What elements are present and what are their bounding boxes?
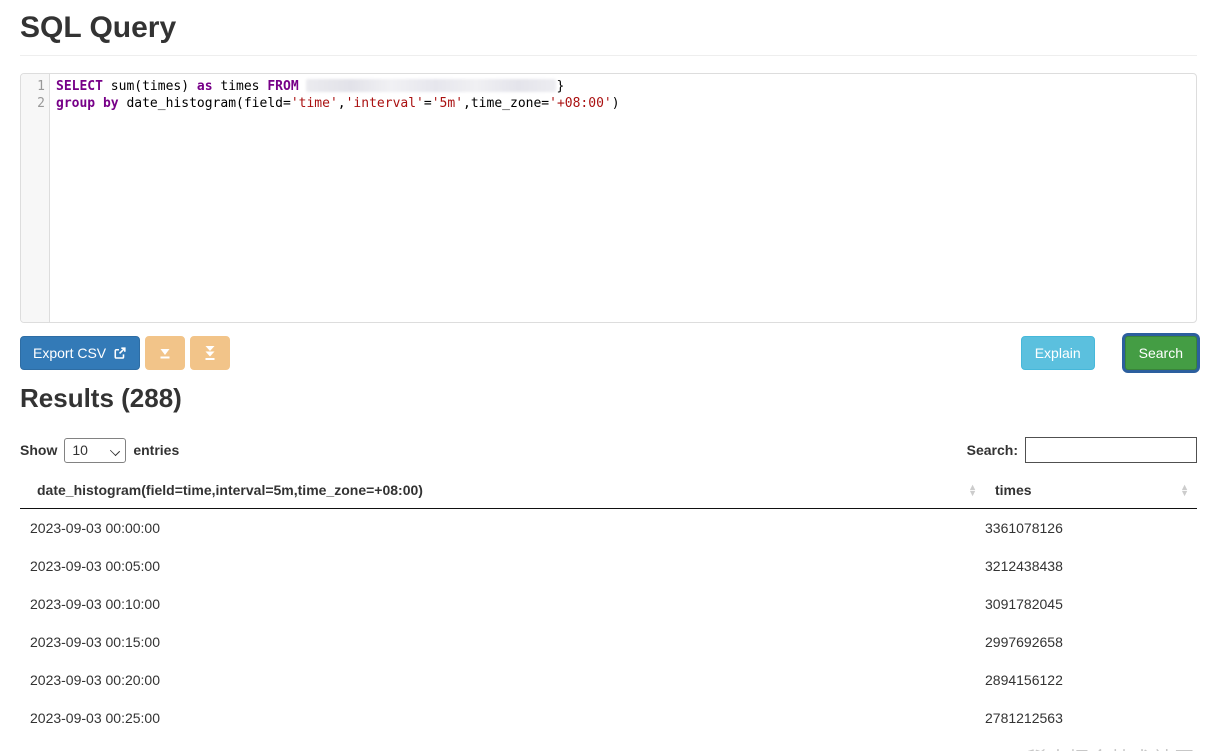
code-token: FROM bbox=[267, 79, 299, 94]
page-title: SQL Query bbox=[20, 11, 1197, 56]
entries-label: entries bbox=[133, 442, 180, 458]
cell-date: 2023-09-03 00:20:00 bbox=[30, 672, 160, 688]
page-length-select[interactable]: 10 bbox=[64, 437, 127, 463]
code-token: 'time' bbox=[290, 96, 338, 111]
code-token: } bbox=[556, 79, 565, 94]
search-button[interactable]: Search bbox=[1124, 336, 1197, 370]
code-token: SELECT bbox=[56, 79, 103, 94]
cell-date: 2023-09-03 00:05:00 bbox=[30, 558, 160, 574]
code-token: times bbox=[212, 79, 268, 94]
table-search-input[interactable] bbox=[1025, 437, 1197, 463]
cell-times: 2702249260 bbox=[985, 737, 1197, 751]
page-length-select-wrap: 10 bbox=[64, 437, 127, 463]
editor-code-area[interactable]: SELECT sum(times) as times FROM } group b… bbox=[50, 74, 1196, 322]
triangle-down-to-line-icon bbox=[157, 345, 173, 361]
column-header-label: times bbox=[995, 482, 1032, 498]
code-token: 'interval' bbox=[345, 96, 424, 111]
external-link-icon bbox=[113, 346, 127, 360]
line-number: 2 bbox=[37, 96, 45, 111]
export-csv-button[interactable]: Export CSV bbox=[20, 336, 141, 370]
table-row[interactable]: 2023-09-03 00:20:00 2894156122 bbox=[20, 661, 1197, 699]
results-heading: Results (288) bbox=[20, 383, 182, 413]
sql-query-page: SQL Query 12 SELECT sum(times) as times … bbox=[0, 11, 1205, 751]
table-header-row: date_histogram(field=time,interval=5m,ti… bbox=[20, 472, 1197, 509]
table-row[interactable]: 2023-09-03 00:30:00 2702249260 bbox=[20, 737, 1197, 751]
cell-date: 2023-09-03 00:10:00 bbox=[30, 596, 160, 612]
code-line: group by date_histogram(field='time','in… bbox=[56, 95, 1196, 112]
sort-arrows-icon[interactable]: ▲ ▼ bbox=[968, 483, 977, 498]
code-token: = bbox=[423, 96, 432, 111]
double-triangle-down-to-line-icon bbox=[202, 345, 218, 361]
toolbar-right: Explain Search bbox=[1020, 336, 1197, 370]
code-token: '5m' bbox=[431, 96, 464, 111]
code-line: SELECT sum(times) as times FROM } bbox=[56, 78, 1196, 95]
code-token: group by bbox=[56, 96, 119, 111]
results-table-body: 2023-09-03 00:00:00 3361078126 2023-09-0… bbox=[20, 509, 1197, 751]
column-header-times[interactable]: times ▲ ▼ bbox=[985, 472, 1197, 509]
show-label: Show bbox=[20, 442, 58, 458]
scroll-to-bottom-button[interactable] bbox=[145, 336, 186, 370]
line-number: 1 bbox=[37, 79, 45, 94]
editor-gutter: 12 bbox=[21, 74, 50, 322]
code-token: date_histogram(field= bbox=[118, 96, 291, 111]
toolbar: Export CSV Explain Search bbox=[20, 336, 1197, 370]
cell-date: 2023-09-03 00:30:00 bbox=[20, 737, 985, 751]
code-token: , bbox=[337, 96, 346, 111]
code-token: sum(times) bbox=[102, 79, 197, 94]
explain-button[interactable]: Explain bbox=[1020, 336, 1095, 370]
sort-arrows-icon[interactable]: ▲ ▼ bbox=[1180, 483, 1189, 498]
table-row[interactable]: 2023-09-03 00:05:00 3212438438 bbox=[20, 547, 1197, 585]
scroll-to-end-button[interactable] bbox=[190, 336, 231, 370]
sql-editor[interactable]: 12 SELECT sum(times) as times FROM } grou… bbox=[20, 73, 1197, 323]
cell-date: 2023-09-03 00:15:00 bbox=[30, 634, 160, 650]
cell-times: 2781212563 bbox=[985, 710, 1063, 726]
cell-times: 2894156122 bbox=[985, 672, 1063, 688]
cell-times: 3361078126 bbox=[985, 520, 1063, 536]
table-search-control: Search: bbox=[967, 437, 1197, 463]
column-header-label: date_histogram(field=time,interval=5m,ti… bbox=[37, 482, 423, 498]
export-csv-label: Export CSV bbox=[33, 345, 107, 361]
code-token: '+08:00' bbox=[549, 96, 612, 111]
cell-times: 3091782045 bbox=[985, 596, 1063, 612]
page-length-control: Show 10 entries bbox=[20, 437, 180, 463]
code-token: ,time_zone= bbox=[463, 96, 550, 111]
cell-times: 3212438438 bbox=[985, 558, 1063, 574]
redacted-table-name bbox=[306, 79, 557, 92]
column-header-date-histogram[interactable]: date_histogram(field=time,interval=5m,ti… bbox=[20, 472, 985, 509]
table-row[interactable]: 2023-09-03 00:00:00 3361078126 bbox=[20, 509, 1197, 548]
table-row[interactable]: 2023-09-03 00:10:00 3091782045 bbox=[20, 585, 1197, 623]
table-row[interactable]: 2023-09-03 00:15:00 2997692658 bbox=[20, 623, 1197, 661]
table-search-label: Search: bbox=[966, 442, 1018, 458]
toolbar-left: Export CSV bbox=[20, 336, 231, 370]
cell-date: 2023-09-03 00:25:00 bbox=[30, 710, 160, 726]
table-controls: Show 10 entries Search: bbox=[20, 437, 1197, 463]
code-token: ) bbox=[611, 96, 620, 111]
cell-date: 2023-09-03 00:00:00 bbox=[30, 520, 160, 536]
results-table: date_histogram(field=time,interval=5m,ti… bbox=[20, 472, 1197, 751]
code-token: as bbox=[196, 79, 213, 94]
cell-times: 2997692658 bbox=[985, 634, 1063, 650]
table-row[interactable]: 2023-09-03 00:25:00 2781212563 bbox=[20, 699, 1197, 737]
